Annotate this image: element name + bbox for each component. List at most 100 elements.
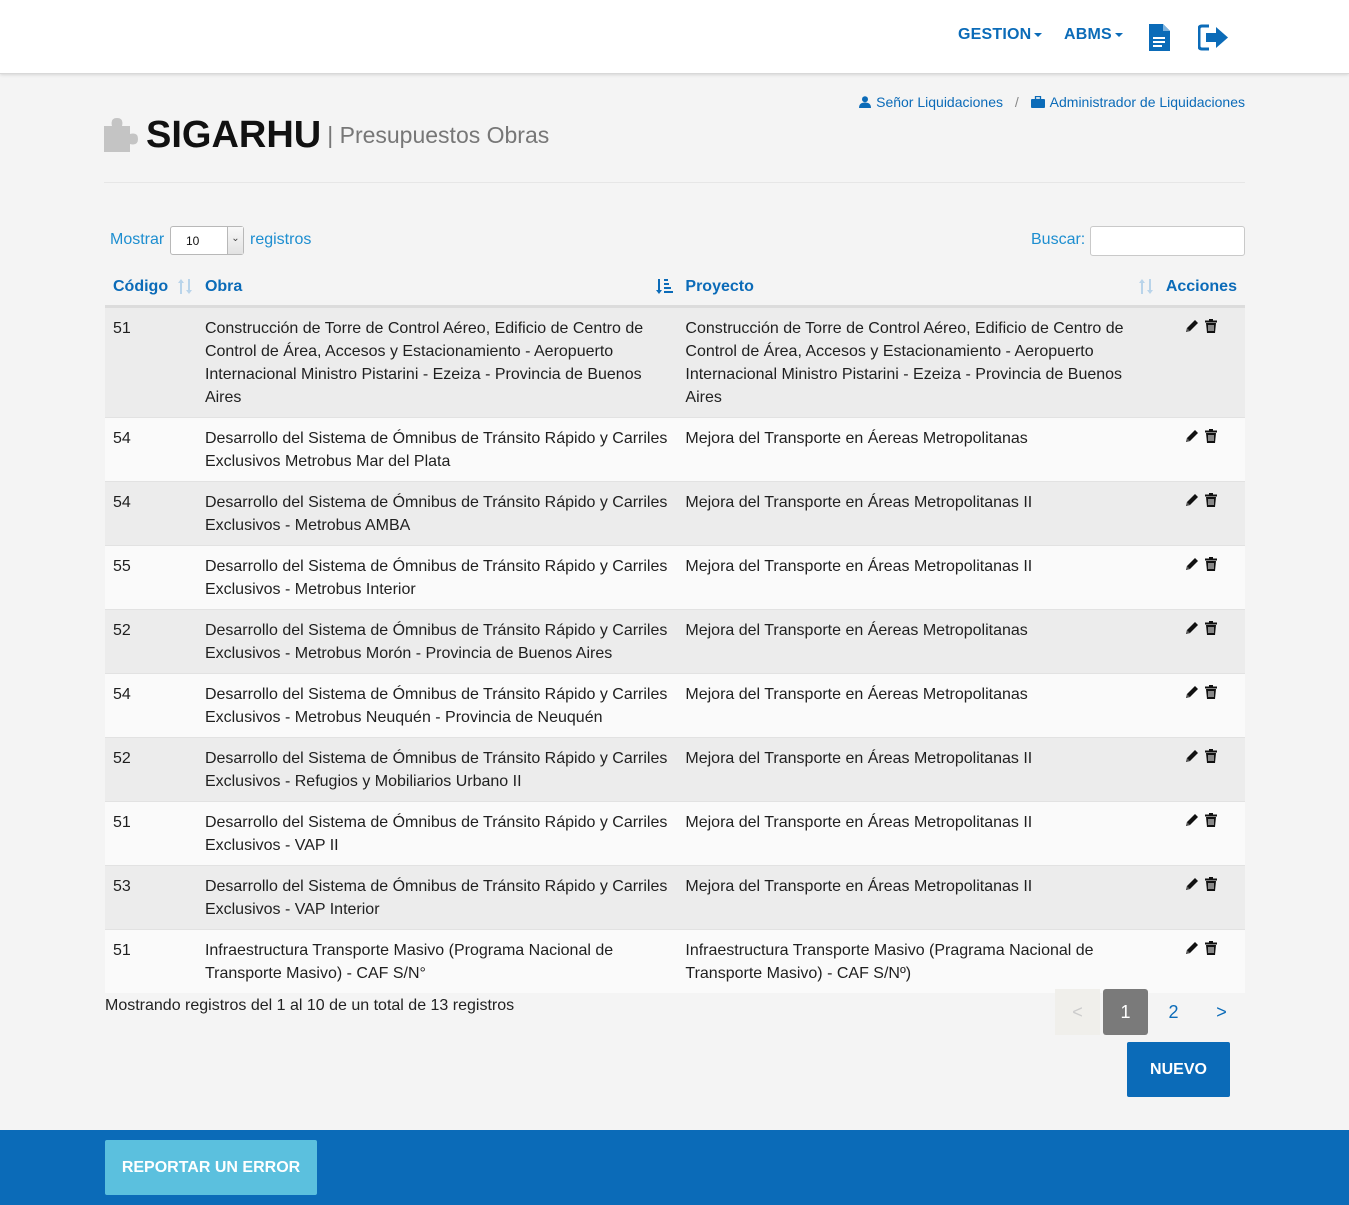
show-label: Mostrar [110, 231, 165, 248]
edit-icon[interactable] [1185, 875, 1199, 898]
obras-table: Código Obra Proyecto Acciones 51 Construc… [105, 270, 1245, 993]
cell-acciones [1157, 609, 1245, 674]
edit-icon[interactable] [1185, 619, 1199, 642]
pagination-page-2[interactable]: 2 [1151, 989, 1196, 1035]
table-row: 52 Desarrollo del Sistema de Ómnibus de T… [105, 609, 1245, 674]
cell-obra: Desarrollo del Sistema de Ómnibus de Trá… [196, 801, 678, 866]
column-header-codigo[interactable]: Código [105, 270, 197, 308]
table-row: 54 Desarrollo del Sistema de Ómnibus de T… [105, 673, 1245, 738]
cell-acciones [1157, 481, 1245, 546]
cell-proyecto: Mejora del Transporte en Áereas Metropol… [677, 609, 1158, 674]
abms-menu[interactable]: ABMS [1064, 26, 1123, 44]
breadcrumb-separator: / [1014, 94, 1019, 110]
gestion-menu[interactable]: GESTION [958, 26, 1043, 44]
cell-proyecto: Mejora del Transporte en Áreas Metropoli… [677, 865, 1158, 930]
pagination-prev[interactable]: < [1055, 989, 1100, 1035]
cell-proyecto: Construcción de Torre de Control Aéreo, … [677, 306, 1158, 418]
cell-proyecto: Mejora del Transporte en Áreas Metropoli… [677, 481, 1158, 546]
cell-proyecto: Mejora del Transporte en Áreas Metropoli… [677, 545, 1158, 610]
column-header-obra[interactable]: Obra [196, 270, 678, 308]
table-row: 55 Desarrollo del Sistema de Ómnibus de T… [105, 545, 1245, 610]
logout-icon[interactable] [1197, 24, 1229, 56]
cell-codigo: 54 [105, 673, 197, 738]
column-header-label: Acciones [1165, 278, 1237, 296]
trash-icon[interactable] [1205, 683, 1218, 706]
page-header: SIGARHU | Presupuestos Obras [104, 114, 549, 157]
edit-icon[interactable] [1185, 555, 1199, 578]
edit-icon[interactable] [1185, 317, 1199, 340]
cell-obra: Desarrollo del Sistema de Ómnibus de Trá… [196, 609, 678, 674]
trash-icon[interactable] [1205, 317, 1218, 340]
table-row: 51 Construcción de Torre de Control Aéreo… [105, 306, 1245, 418]
column-header-label: Proyecto [685, 278, 754, 296]
trash-icon[interactable] [1205, 875, 1218, 898]
cell-obra: Desarrollo del Sistema de Ómnibus de Trá… [196, 417, 678, 482]
document-icon[interactable] [1149, 24, 1170, 56]
edit-icon[interactable] [1185, 811, 1199, 834]
cell-obra: Desarrollo del Sistema de Ómnibus de Trá… [196, 481, 678, 546]
cell-obra: Desarrollo del Sistema de Ómnibus de Trá… [196, 673, 678, 738]
edit-icon[interactable] [1185, 427, 1199, 450]
breadcrumb: Señor Liquidaciones / Administrador de L… [859, 94, 1245, 110]
cell-codigo: 53 [105, 865, 197, 930]
trash-icon[interactable] [1205, 747, 1218, 770]
trash-icon[interactable] [1205, 427, 1218, 450]
trash-icon[interactable] [1205, 811, 1218, 834]
gestion-menu-label: GESTION [958, 26, 1032, 43]
cell-acciones [1157, 545, 1245, 610]
pagination-page-1[interactable]: 1 [1103, 989, 1148, 1035]
page-size-select[interactable]: 10 ⌄ [170, 226, 244, 255]
cell-obra: Desarrollo del Sistema de Ómnibus de Trá… [196, 737, 678, 802]
footer: REPORTAR UN ERROR [0, 1130, 1349, 1205]
cell-proyecto: Infraestructura Transporte Masivo (Pragr… [677, 929, 1158, 993]
page-size-value: 10 [186, 234, 200, 248]
records-label: registros [250, 231, 312, 248]
table-info: Mostrando registros del 1 al 10 de un to… [105, 997, 515, 1014]
cell-proyecto: Mejora del Transporte en Áereas Metropol… [677, 673, 1158, 738]
edit-icon[interactable] [1185, 939, 1199, 962]
cell-obra: Desarrollo del Sistema de Ómnibus de Trá… [196, 865, 678, 930]
table-row: 54 Desarrollo del Sistema de Ómnibus de T… [105, 417, 1245, 482]
breadcrumb-user[interactable]: Señor Liquidaciones [859, 94, 1007, 110]
search-label: Buscar: [1031, 231, 1086, 248]
cell-codigo: 52 [105, 609, 197, 674]
trash-icon[interactable] [1205, 619, 1218, 642]
cell-acciones [1157, 801, 1245, 866]
report-error-button[interactable]: REPORTAR UN ERROR [105, 1140, 317, 1195]
cell-acciones [1157, 929, 1245, 993]
edit-icon[interactable] [1185, 683, 1199, 706]
cell-codigo: 54 [105, 481, 197, 546]
cell-codigo: 55 [105, 545, 197, 610]
table-body: 51 Construcción de Torre de Control Aéreo… [105, 306, 1245, 993]
breadcrumb-user-label: Señor Liquidaciones [876, 94, 1003, 110]
cell-proyecto: Mejora del Transporte en Áereas Metropol… [677, 417, 1158, 482]
cell-obra: Desarrollo del Sistema de Ómnibus de Trá… [196, 545, 678, 610]
search-input[interactable] [1090, 226, 1245, 256]
trash-icon[interactable] [1205, 491, 1218, 514]
top-navbar: GESTION ABMS [0, 0, 1349, 74]
sort-icon [1138, 279, 1153, 294]
sort-ascending-icon [656, 279, 674, 294]
cell-obra: Construcción de Torre de Control Aéreo, … [196, 306, 678, 418]
cell-acciones [1157, 865, 1245, 930]
column-header-proyecto[interactable]: Proyecto [677, 270, 1158, 308]
cell-acciones [1157, 417, 1245, 482]
edit-icon[interactable] [1185, 747, 1199, 770]
edit-icon[interactable] [1185, 491, 1199, 514]
user-icon [859, 96, 872, 108]
trash-icon[interactable] [1205, 939, 1218, 962]
trash-icon[interactable] [1205, 555, 1218, 578]
abms-menu-label: ABMS [1064, 26, 1112, 43]
cell-codigo: 51 [105, 306, 197, 418]
pagination-next[interactable]: > [1199, 989, 1244, 1035]
cell-codigo: 54 [105, 417, 197, 482]
breadcrumb-role[interactable]: Administrador de Liquidaciones [1030, 94, 1245, 110]
nuevo-button[interactable]: NUEVO [1127, 1042, 1230, 1097]
cell-proyecto: Mejora del Transporte en Áreas Metropoli… [677, 801, 1158, 866]
chevron-down-icon: ⌄ [227, 227, 243, 254]
cell-codigo: 51 [105, 801, 197, 866]
briefcase-icon [1030, 95, 1045, 108]
table-row: 51 Infraestructura Transporte Masivo (Pro… [105, 929, 1245, 993]
cell-acciones [1157, 737, 1245, 802]
page-subtitle: | Presupuestos Obras [327, 122, 550, 148]
